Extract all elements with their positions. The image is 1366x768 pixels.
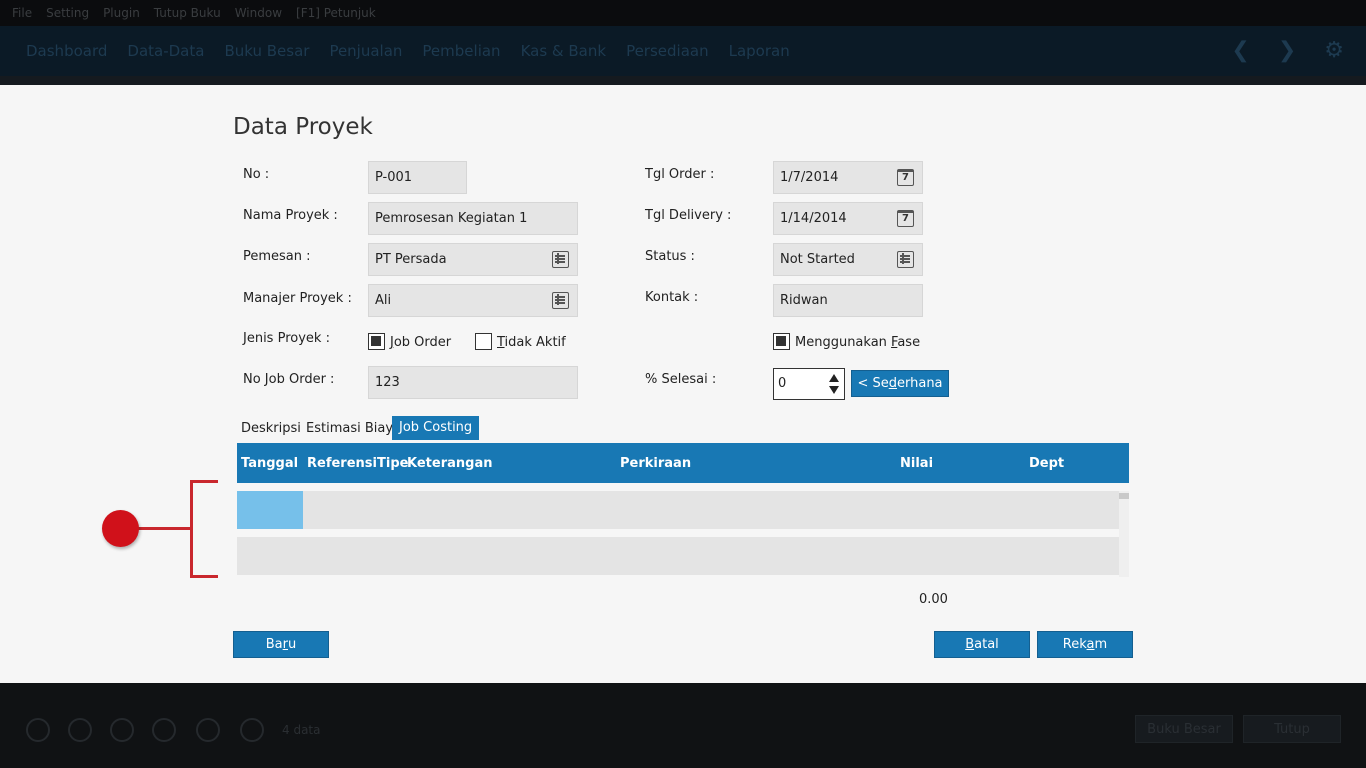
batal-button[interactable]: Batal [934, 631, 1030, 658]
col-dept[interactable]: Dept [1029, 456, 1064, 471]
nav-pembelian[interactable]: Pembelian [422, 42, 500, 60]
nama-proyek-field[interactable]: Pemrosesan Kegiatan 1 [368, 202, 578, 235]
tgl-order-label: Tgl Order : [645, 167, 715, 182]
table-row[interactable] [237, 491, 1119, 529]
menu-setting[interactable]: Setting [46, 6, 89, 20]
col-referensi[interactable]: Referensi [307, 456, 377, 471]
menu-plugin[interactable]: Plugin [103, 6, 140, 20]
pemesan-field[interactable]: PT Persada [368, 243, 578, 276]
nav-dashboard[interactable]: Dashboard [26, 42, 107, 60]
tgl-delivery-field[interactable]: 1/14/2014 7 [773, 202, 923, 235]
back-arrow-icon[interactable]: ❮ [1231, 38, 1249, 63]
tgl-order-value: 1/7/2014 [780, 170, 839, 185]
spin-up-icon[interactable] [829, 374, 839, 382]
print-icon[interactable] [240, 718, 264, 742]
jenis-proyek-label: Jenis Proyek : [243, 331, 330, 346]
tab-job-costing[interactable]: Job Costing [392, 416, 480, 440]
data-proyek-panel: Data Proyek No : P-001 Nama Proyek : Pem… [0, 85, 1366, 683]
annotation-line [137, 527, 192, 530]
nav-controls: ❮ ❯ ⚙ [1231, 38, 1344, 63]
tidak-aktif-checkbox[interactable] [475, 333, 492, 350]
nav-kas-bank[interactable]: Kas & Bank [521, 42, 607, 60]
tab-deskripsi[interactable]: Deskripsi [237, 416, 305, 440]
tgl-delivery-value: 1/14/2014 [780, 211, 847, 226]
annotation-marker [102, 510, 139, 547]
col-tipe[interactable]: Tipe [377, 456, 408, 471]
forward-arrow-icon[interactable]: ❯ [1278, 38, 1296, 63]
menu-file[interactable]: File [12, 6, 32, 20]
col-keterangan[interactable]: Keterangan [407, 456, 492, 471]
refresh-icon[interactable] [152, 718, 176, 742]
record-count: 4 data [282, 723, 321, 737]
tutup-button[interactable]: Tutup [1243, 715, 1341, 743]
no-job-order-label: No Job Order : [243, 372, 335, 387]
tgl-order-field[interactable]: 1/7/2014 7 [773, 161, 923, 194]
sederhana-button[interactable]: < Sederhana [851, 370, 949, 397]
menu-petunjuk[interactable]: [F1] Petunjuk [296, 6, 376, 20]
nav-data-data[interactable]: Data-Data [127, 42, 204, 60]
no-label: No : [243, 167, 270, 182]
calendar-icon[interactable]: 7 [897, 169, 914, 186]
table-row[interactable] [237, 537, 1119, 575]
spin-down-icon[interactable] [829, 386, 839, 394]
status-value: Not Started [780, 252, 855, 267]
pemesan-label: Pemesan : [243, 249, 311, 264]
selected-cell[interactable] [237, 491, 303, 529]
job-costing-table-header: Tanggal Referensi Tipe Keterangan Perkir… [237, 443, 1129, 483]
status-label: Status : [645, 249, 695, 264]
table-scrollbar[interactable] [1119, 491, 1129, 577]
add-icon[interactable] [26, 718, 50, 742]
delete-icon[interactable] [110, 718, 134, 742]
col-perkiraan[interactable]: Perkiraan [620, 456, 691, 471]
bottom-toolbar: 4 data Buku Besar Tutup [0, 683, 1366, 768]
manajer-value: Ali [375, 293, 392, 308]
no-job-order-field[interactable]: 123 [368, 366, 578, 399]
nav-penjualan[interactable]: Penjualan [329, 42, 402, 60]
nav-buku-besar[interactable]: Buku Besar [224, 42, 309, 60]
status-field[interactable]: Not Started [773, 243, 923, 276]
selesai-label: % Selesai : [645, 372, 717, 387]
nav-persediaan[interactable]: Persediaan [626, 42, 709, 60]
kontak-field[interactable]: Ridwan [773, 284, 923, 317]
lookup-list-icon[interactable] [897, 251, 914, 268]
col-nilai[interactable]: Nilai [900, 456, 933, 471]
buku-besar-button[interactable]: Buku Besar [1135, 715, 1233, 743]
gear-icon[interactable]: ⚙ [1324, 38, 1344, 63]
col-tanggal[interactable]: Tanggal [241, 456, 298, 471]
lookup-list-icon[interactable] [552, 292, 569, 309]
lookup-list-icon[interactable] [552, 251, 569, 268]
annotation-bracket [190, 480, 218, 578]
menu-bar: File Setting Plugin Tutup Buku Window [F… [0, 0, 1366, 26]
calendar-icon[interactable]: 7 [897, 210, 914, 227]
selesai-spinner[interactable]: 0 [773, 368, 845, 400]
menu-window[interactable]: Window [235, 6, 282, 20]
nav-divider [0, 76, 1366, 85]
menu-tutup-buku[interactable]: Tutup Buku [154, 6, 221, 20]
tgl-delivery-label: Tgl Delivery : [645, 208, 732, 223]
menggunakan-fase-checkbox[interactable] [773, 333, 790, 350]
total-value: 0.00 [919, 592, 948, 607]
manajer-proyek-field[interactable]: Ali [368, 284, 578, 317]
job-order-checkbox[interactable] [368, 333, 385, 350]
selesai-value: 0 [778, 376, 787, 391]
kontak-label: Kontak : [645, 290, 699, 305]
no-field[interactable]: P-001 [368, 161, 467, 194]
manajer-proyek-label: Manajer Proyek : [243, 291, 352, 306]
nama-proyek-label: Nama Proyek : [243, 208, 338, 223]
baru-button[interactable]: Baru [233, 631, 329, 658]
tidak-aktif-label: Tidak Aktif [497, 335, 566, 350]
rekam-button[interactable]: Rekam [1037, 631, 1133, 658]
download-icon[interactable] [196, 718, 220, 742]
page-title: Data Proyek [233, 114, 373, 140]
main-nav: Dashboard Data-Data Buku Besar Penjualan… [0, 26, 1366, 76]
nav-laporan[interactable]: Laporan [729, 42, 790, 60]
menggunakan-fase-label: Menggunakan Fase [795, 335, 921, 350]
tab-estimasi-biaya[interactable]: Estimasi Biaya [302, 416, 405, 440]
job-order-label: Job Order [390, 335, 452, 350]
pemesan-value: PT Persada [375, 252, 447, 267]
edit-icon[interactable] [68, 718, 92, 742]
